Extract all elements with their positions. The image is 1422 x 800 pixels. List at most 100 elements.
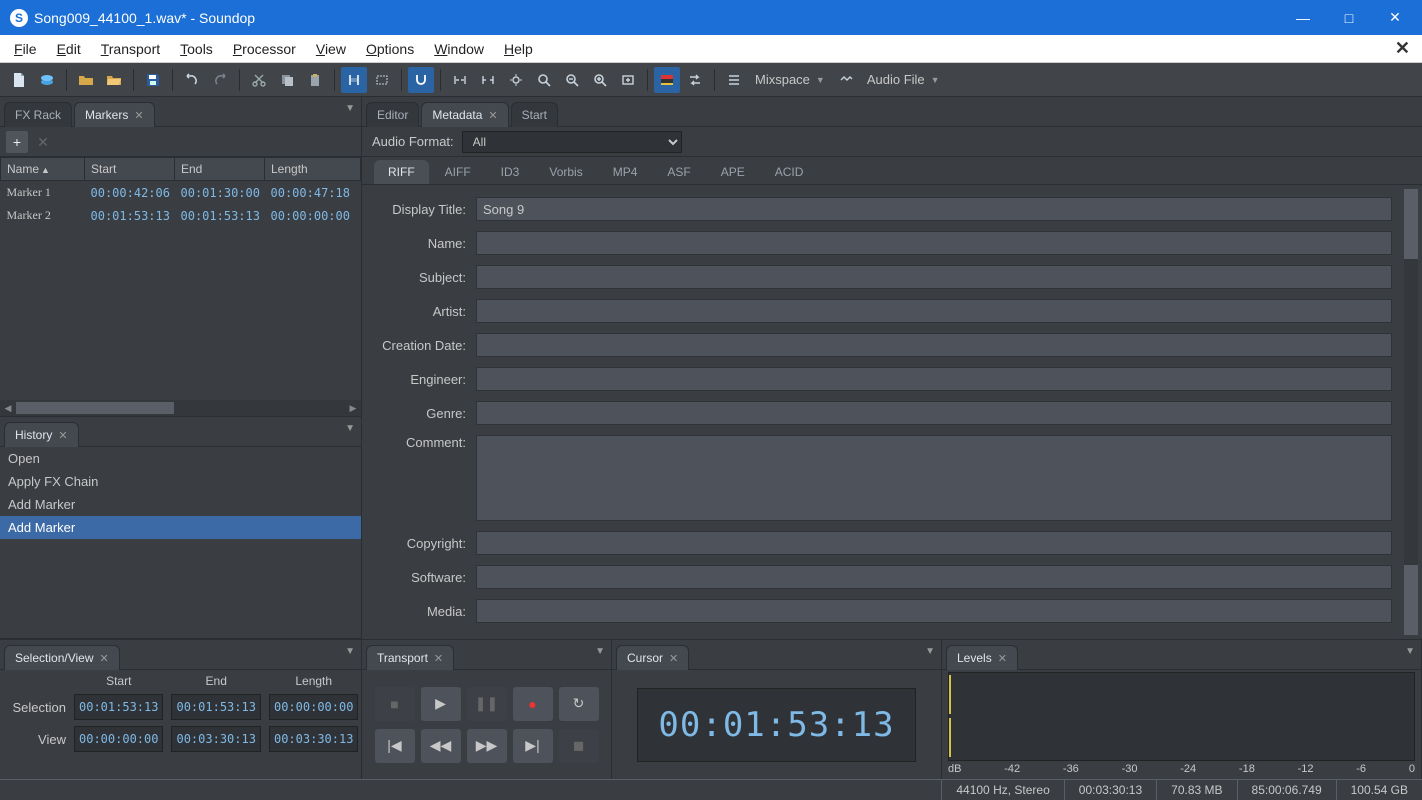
menu-tools[interactable]: Tools xyxy=(170,38,223,60)
undo-icon[interactable] xyxy=(179,67,205,93)
view-start[interactable]: 00:00:00:00 xyxy=(74,726,163,752)
time-selection-tool-icon[interactable] xyxy=(341,67,367,93)
zoom-in-icon[interactable] xyxy=(587,67,613,93)
marker-row[interactable]: Marker 200:01:53:1300:01:53:1300:00:00:0… xyxy=(1,204,361,227)
selection-end[interactable]: 00:01:53:13 xyxy=(171,694,260,720)
rewind-button[interactable]: ◀◀ xyxy=(421,729,461,763)
history-item[interactable]: Add Marker xyxy=(0,493,361,516)
field-input-display_title[interactable] xyxy=(476,197,1392,221)
audio-file-dropdown[interactable]: Audio File▼ xyxy=(861,72,946,87)
panel-options-icon[interactable]: ▼ xyxy=(345,423,355,434)
menu-options[interactable]: Options xyxy=(356,38,424,60)
field-input-subject[interactable] xyxy=(476,265,1392,289)
pause-button[interactable]: ❚❚ xyxy=(467,687,507,721)
snap-icon[interactable] xyxy=(408,67,434,93)
close-icon[interactable]: ✕ xyxy=(998,652,1007,665)
meta-tab-id3[interactable]: ID3 xyxy=(487,160,534,184)
field-input-genre[interactable] xyxy=(476,401,1392,425)
meta-tab-mp4[interactable]: MP4 xyxy=(599,160,652,184)
mixspace-list-icon[interactable] xyxy=(721,67,747,93)
minimize-button[interactable]: — xyxy=(1280,0,1326,35)
field-input-engineer[interactable] xyxy=(476,367,1392,391)
field-input-copyright[interactable] xyxy=(476,531,1392,555)
close-icon[interactable]: ✕ xyxy=(58,429,67,442)
zoom-reset-icon[interactable] xyxy=(503,67,529,93)
field-input-artist[interactable] xyxy=(476,299,1392,323)
history-item[interactable]: Add Marker xyxy=(0,516,361,539)
copy-icon[interactable] xyxy=(274,67,300,93)
history-item[interactable]: Apply FX Chain xyxy=(0,470,361,493)
panel-options-icon[interactable]: ▼ xyxy=(595,646,605,657)
meta-tab-riff[interactable]: RIFF xyxy=(374,160,429,184)
record-button[interactable]: ● xyxy=(513,687,553,721)
close-icon[interactable]: ✕ xyxy=(669,652,678,665)
meta-tab-vorbis[interactable]: Vorbis xyxy=(535,160,596,184)
field-input-media[interactable] xyxy=(476,599,1392,623)
stop-button[interactable]: ■ xyxy=(375,687,415,721)
history-item[interactable]: Open xyxy=(0,447,361,470)
cursor-time-display[interactable]: 00:01:53:13 xyxy=(637,688,915,762)
close-icon[interactable]: ✕ xyxy=(434,652,443,665)
menu-help[interactable]: Help xyxy=(494,38,543,60)
tab-history[interactable]: History✕ xyxy=(4,422,79,447)
field-input-name[interactable] xyxy=(476,231,1392,255)
mixspace-dropdown[interactable]: Mixspace▼ xyxy=(749,72,831,87)
stop-record-button[interactable]: ◼ xyxy=(559,729,599,763)
close-icon[interactable]: ✕ xyxy=(488,109,497,122)
field-input-comment[interactable] xyxy=(476,435,1392,521)
selection-length[interactable]: 00:00:00:00 xyxy=(269,694,358,720)
redo-icon[interactable] xyxy=(207,67,233,93)
selection-start[interactable]: 00:01:53:13 xyxy=(74,694,163,720)
view-end[interactable]: 00:03:30:13 xyxy=(171,726,260,752)
new-file-icon[interactable] xyxy=(6,67,32,93)
new-mixspace-icon[interactable] xyxy=(34,67,60,93)
skip-start-button[interactable]: |◀ xyxy=(375,729,415,763)
markers-col-name[interactable]: Name▲ xyxy=(1,158,85,181)
close-window-button[interactable]: ✕ xyxy=(1372,0,1418,35)
tab-selection-view[interactable]: Selection/View✕ xyxy=(4,645,120,670)
menu-processor[interactable]: Processor xyxy=(223,38,306,60)
panel-options-icon[interactable]: ▼ xyxy=(345,103,355,114)
add-marker-button[interactable]: + xyxy=(6,131,28,153)
audio-file-list-icon[interactable] xyxy=(833,67,859,93)
menu-window[interactable]: Window xyxy=(424,38,494,60)
tab-editor[interactable]: Editor xyxy=(366,102,419,127)
meta-tab-ape[interactable]: APE xyxy=(707,160,759,184)
panel-options-icon[interactable]: ▼ xyxy=(925,646,935,657)
tab-fx-rack[interactable]: FX Rack xyxy=(4,102,72,127)
menu-transport[interactable]: Transport xyxy=(91,38,170,60)
save-icon[interactable] xyxy=(140,67,166,93)
delete-marker-button[interactable]: ✕ xyxy=(32,131,54,153)
markers-col-end[interactable]: End xyxy=(175,158,265,181)
zoom-selection-in-icon[interactable] xyxy=(447,67,473,93)
audio-format-select[interactable]: All xyxy=(462,131,682,153)
close-icon[interactable]: ✕ xyxy=(100,652,109,665)
markers-hscroll[interactable]: ◀▶ xyxy=(0,400,361,416)
zoom-tool-icon[interactable] xyxy=(531,67,557,93)
close-icon[interactable]: ✕ xyxy=(134,109,143,122)
meta-tab-asf[interactable]: ASF xyxy=(653,160,704,184)
markers-col-length[interactable]: Length xyxy=(265,158,361,181)
maximize-button[interactable]: □ xyxy=(1326,0,1372,35)
swap-channels-icon[interactable] xyxy=(682,67,708,93)
close-document-button[interactable]: ✕ xyxy=(1387,38,1418,59)
rect-selection-tool-icon[interactable] xyxy=(369,67,395,93)
marker-row[interactable]: Marker 100:00:42:0600:01:30:0000:00:47:1… xyxy=(1,181,361,205)
zoom-selection-out-icon[interactable] xyxy=(475,67,501,93)
skip-end-button[interactable]: ▶| xyxy=(513,729,553,763)
panel-options-icon[interactable]: ▼ xyxy=(345,646,355,657)
markers-col-start[interactable]: Start xyxy=(85,158,175,181)
tab-cursor[interactable]: Cursor✕ xyxy=(616,645,689,670)
tab-transport[interactable]: Transport✕ xyxy=(366,645,454,670)
paste-icon[interactable] xyxy=(302,67,328,93)
menu-view[interactable]: View xyxy=(306,38,356,60)
field-input-creation_date[interactable] xyxy=(476,333,1392,357)
tab-markers[interactable]: Markers✕ xyxy=(74,102,155,127)
panel-options-icon[interactable]: ▼ xyxy=(1405,646,1415,657)
zoom-full-icon[interactable] xyxy=(615,67,641,93)
tab-start[interactable]: Start xyxy=(511,102,558,127)
menu-edit[interactable]: Edit xyxy=(47,38,91,60)
loop-button[interactable]: ↻ xyxy=(559,687,599,721)
tab-metadata[interactable]: Metadata✕ xyxy=(421,102,508,127)
open-file-icon[interactable] xyxy=(73,67,99,93)
